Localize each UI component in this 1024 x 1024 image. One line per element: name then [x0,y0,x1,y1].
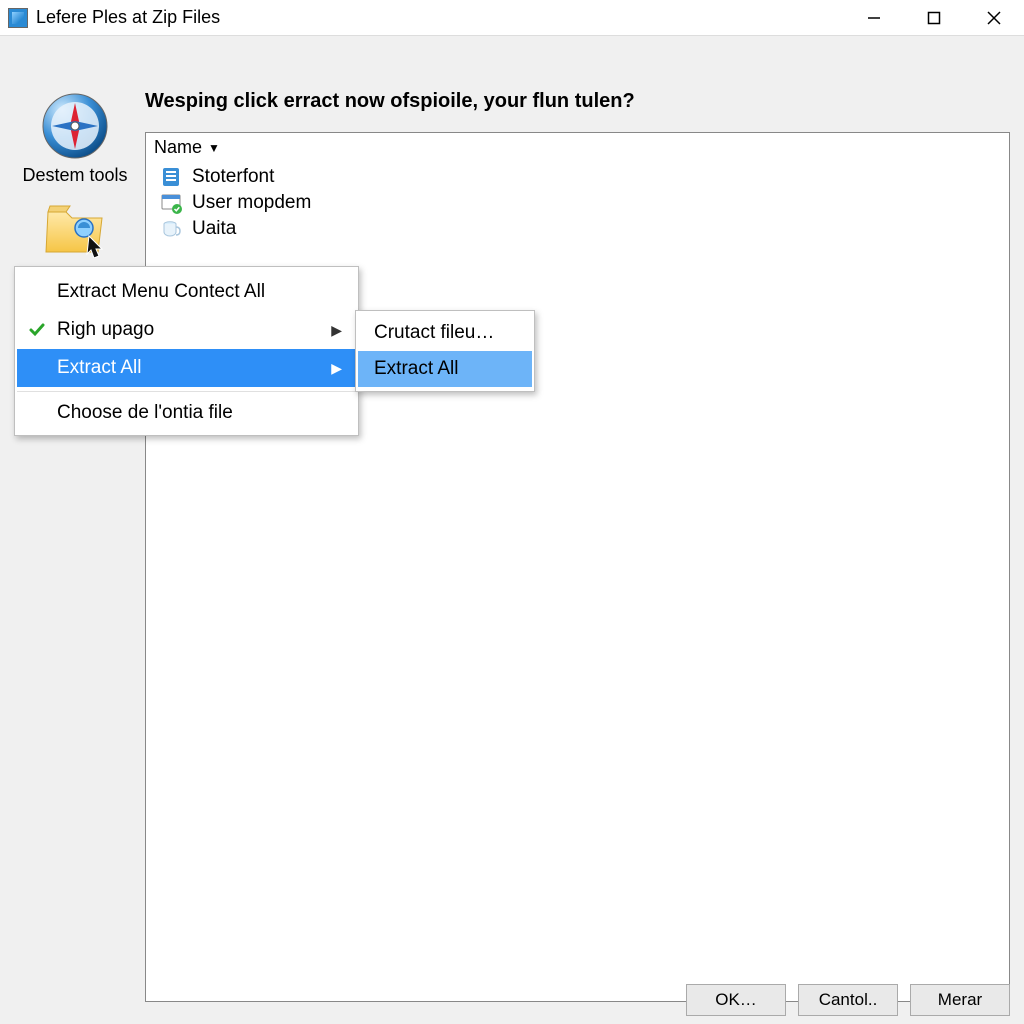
context-menu: Extract Menu Contect All Righ upago ▶ Ex… [14,266,359,436]
sort-arrow-icon: ▼ [208,141,220,155]
list-item[interactable]: User mopdem [146,190,1009,216]
column-header-name[interactable]: Name ▼ [146,133,1009,162]
column-header-label: Name [154,137,202,158]
list-item-label: User mopdem [192,192,311,214]
submenu-arrow-icon: ▶ [331,360,342,377]
titlebar: Lefere Ples at Zip Files [0,0,1024,36]
menu-item-label: Extract Menu Contect All [57,281,265,303]
cup-icon [160,218,182,240]
button-label: Cantol.. [819,990,878,1010]
context-submenu: Crutact fileu… Extract All [355,310,535,392]
more-button[interactable]: Merar [910,984,1010,1016]
maximize-button[interactable] [904,0,964,36]
dialog-heading: Wesping click erract now ofspioile, your… [145,90,635,113]
check-icon [27,320,47,340]
window-title: Lefere Ples at Zip Files [36,7,220,28]
document-icon [160,166,182,188]
close-button[interactable] [964,0,1024,36]
cancel-button[interactable]: Cantol.. [798,984,898,1016]
submenu-item-crutact[interactable]: Crutact fileu… [358,315,532,351]
submenu-item-extract-all[interactable]: Extract All [358,351,532,387]
menu-item-righ-upago[interactable]: Righ upago ▶ [17,311,356,349]
menu-item-choose-file[interactable]: Choose de l'ontia file [17,391,356,429]
menu-item-extract-all[interactable]: Extract All ▶ [17,349,356,387]
list-item[interactable]: Uaita [146,216,1009,242]
minimize-button[interactable] [844,0,904,36]
list-item-label: Uaita [192,218,236,240]
window-controls [844,0,1024,36]
window-check-icon [160,192,182,214]
menu-item-label: Choose de l'ontia file [57,402,233,424]
menu-item-label: Extract All [57,357,141,379]
menu-item-extract-contect-all[interactable]: Extract Menu Contect All [17,273,356,311]
list-item-label: Stoterfont [192,166,274,188]
menu-item-label: Righ upago [57,319,154,341]
left-panel: Destem tools [10,91,140,258]
dialog-window: Lefere Ples at Zip Files [0,0,1024,1024]
close-icon [986,10,1002,26]
button-label: Merar [938,990,982,1010]
menu-item-label: Crutact fileu… [374,322,494,344]
content-area: Destem tools Wesping [0,36,1024,1024]
menu-item-label: Extract All [374,358,458,380]
compass-icon[interactable] [40,91,110,161]
file-list[interactable]: Name ▼ Stoterfont User mopdem [145,132,1010,1002]
ok-button[interactable]: OK… [686,984,786,1016]
tool-label: Destem tools [10,165,140,186]
app-icon [8,8,28,28]
list-items: Stoterfont User mopdem Uaita [146,162,1009,244]
submenu-arrow-icon: ▶ [331,322,342,339]
button-label: OK… [715,990,757,1010]
maximize-icon [927,11,941,25]
list-item[interactable]: Stoterfont [146,164,1009,190]
folder-cursor-icon[interactable] [44,200,106,258]
dialog-buttons: OK… Cantol.. Merar [686,984,1010,1016]
minimize-icon [867,11,881,25]
